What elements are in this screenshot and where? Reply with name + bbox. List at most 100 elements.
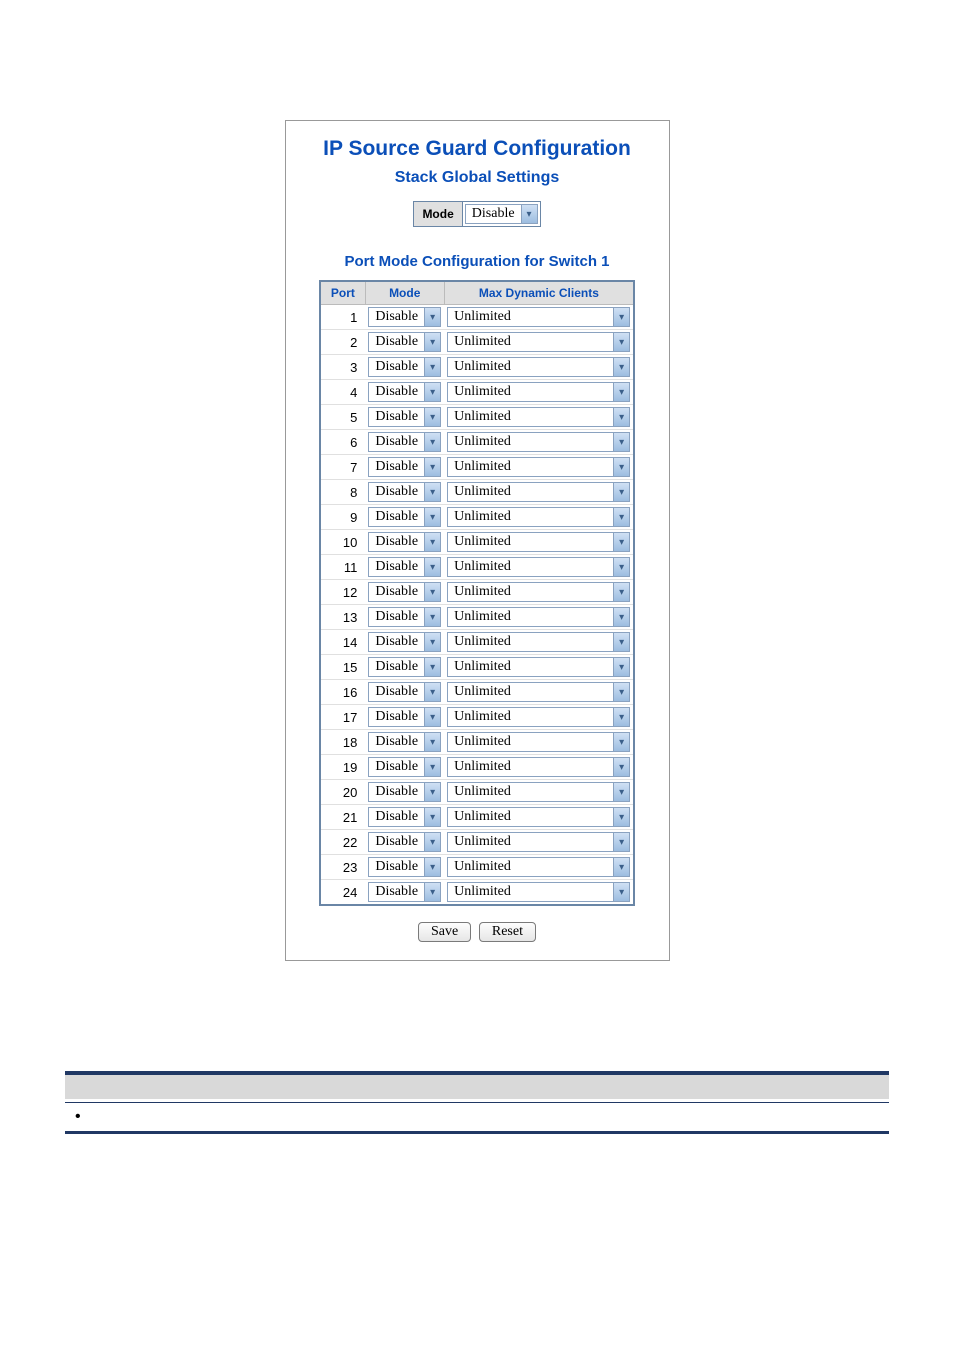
max-clients-value: Unlimited [448, 883, 613, 901]
max-clients-select[interactable]: Unlimited▾ [447, 457, 630, 477]
port-mode-value: Disable [369, 633, 424, 651]
max-clients-value: Unlimited [448, 808, 613, 826]
max-clients-select[interactable]: Unlimited▾ [447, 757, 630, 777]
max-clients-select[interactable]: Unlimited▾ [447, 882, 630, 902]
port-mode-select[interactable]: Disable▾ [368, 807, 441, 827]
port-mode-value: Disable [369, 758, 424, 776]
port-cell: 19 [320, 755, 366, 780]
port-mode-select[interactable]: Disable▾ [368, 857, 441, 877]
table-row: 11Disable▾Unlimited▾ [320, 555, 634, 580]
port-mode-select[interactable]: Disable▾ [368, 732, 441, 752]
chevron-down-icon: ▾ [424, 683, 440, 701]
max-clients-select[interactable]: Unlimited▾ [447, 482, 630, 502]
chevron-down-icon: ▾ [613, 583, 629, 601]
chevron-down-icon: ▾ [613, 533, 629, 551]
max-clients-select[interactable]: Unlimited▾ [447, 557, 630, 577]
max-clients-value: Unlimited [448, 333, 613, 351]
table-row: 22Disable▾Unlimited▾ [320, 830, 634, 855]
chevron-down-icon: ▾ [613, 558, 629, 576]
port-mode-select[interactable]: Disable▾ [368, 557, 441, 577]
max-clients-select[interactable]: Unlimited▾ [447, 732, 630, 752]
save-button[interactable]: Save [418, 922, 471, 942]
max-clients-select[interactable]: Unlimited▾ [447, 607, 630, 627]
max-clients-value: Unlimited [448, 483, 613, 501]
port-mode-select[interactable]: Disable▾ [368, 782, 441, 802]
port-mode-select[interactable]: Disable▾ [368, 407, 441, 427]
chevron-down-icon: ▾ [613, 858, 629, 876]
global-mode-select[interactable]: Disable ▾ [465, 204, 538, 224]
chevron-down-icon: ▾ [424, 358, 440, 376]
chevron-down-icon: ▾ [613, 358, 629, 376]
port-mode-select[interactable]: Disable▾ [368, 757, 441, 777]
port-mode-select[interactable]: Disable▾ [368, 632, 441, 652]
max-clients-select[interactable]: Unlimited▾ [447, 507, 630, 527]
chevron-down-icon: ▾ [613, 483, 629, 501]
max-clients-select[interactable]: Unlimited▾ [447, 582, 630, 602]
max-clients-select[interactable]: Unlimited▾ [447, 707, 630, 727]
global-mode-label: Mode [414, 202, 462, 227]
port-mode-value: Disable [369, 658, 424, 676]
chevron-down-icon: ▾ [613, 458, 629, 476]
port-mode-select[interactable]: Disable▾ [368, 482, 441, 502]
chevron-down-icon: ▾ [613, 783, 629, 801]
max-clients-value: Unlimited [448, 833, 613, 851]
port-cell: 15 [320, 655, 366, 680]
port-mode-select[interactable]: Disable▾ [368, 507, 441, 527]
max-clients-select[interactable]: Unlimited▾ [447, 807, 630, 827]
max-clients-value: Unlimited [448, 533, 613, 551]
max-clients-select[interactable]: Unlimited▾ [447, 332, 630, 352]
table-row: 7Disable▾Unlimited▾ [320, 455, 634, 480]
table-row: 19Disable▾ Unlimited▾ [320, 755, 634, 780]
chevron-down-icon: ▾ [613, 383, 629, 401]
max-clients-select[interactable]: Unlimited▾ [447, 657, 630, 677]
max-clients-select[interactable]: Unlimited▾ [447, 407, 630, 427]
port-mode-value: Disable [369, 458, 424, 476]
max-clients-value: Unlimited [448, 683, 613, 701]
max-clients-select[interactable]: Unlimited▾ [447, 382, 630, 402]
port-mode-select[interactable]: Disable▾ [368, 307, 441, 327]
table-row: 13Disable▾ Unlimited▾ [320, 605, 634, 630]
reset-button[interactable]: Reset [479, 922, 536, 942]
max-clients-value: Unlimited [448, 458, 613, 476]
port-mode-select[interactable]: Disable▾ [368, 657, 441, 677]
max-clients-select[interactable]: Unlimited▾ [447, 432, 630, 452]
table-row: 8Disable▾Unlimited▾ [320, 480, 634, 505]
port-mode-select[interactable]: Disable▾ [368, 882, 441, 902]
port-mode-select[interactable]: Disable▾ [368, 382, 441, 402]
max-clients-select[interactable]: Unlimited▾ [447, 832, 630, 852]
port-cell: 3 [320, 355, 366, 380]
port-mode-select[interactable]: Disable▾ [368, 682, 441, 702]
port-mode-value: Disable [369, 408, 424, 426]
chevron-down-icon: ▾ [613, 633, 629, 651]
port-table: Port Mode Max Dynamic Clients 1Disable▾U… [319, 280, 635, 906]
global-mode-box: Mode Disable ▾ [413, 201, 540, 227]
chevron-down-icon: ▾ [424, 808, 440, 826]
port-mode-select[interactable]: Disable▾ [368, 532, 441, 552]
port-mode-select[interactable]: Disable▾ [368, 832, 441, 852]
port-mode-select[interactable]: Disable▾ [368, 607, 441, 627]
stack-subtitle: Stack Global Settings [300, 169, 655, 187]
port-mode-select[interactable]: Disable▾ [368, 582, 441, 602]
chevron-down-icon: ▾ [424, 483, 440, 501]
port-mode-value: Disable [369, 808, 424, 826]
port-cell: 13 [320, 605, 366, 630]
max-clients-select[interactable]: Unlimited▾ [447, 782, 630, 802]
table-row: 18Disable▾Unlimited▾ [320, 730, 634, 755]
max-clients-value: Unlimited [448, 433, 613, 451]
max-clients-select[interactable]: Unlimited▾ [447, 682, 630, 702]
port-cell: 1 [320, 305, 366, 330]
max-clients-select[interactable]: Unlimited▾ [447, 632, 630, 652]
port-mode-select[interactable]: Disable▾ [368, 332, 441, 352]
max-clients-select[interactable]: Unlimited▾ [447, 532, 630, 552]
port-mode-select[interactable]: Disable▾ [368, 432, 441, 452]
max-clients-select[interactable]: Unlimited▾ [447, 857, 630, 877]
max-clients-select[interactable]: Unlimited▾ [447, 307, 630, 327]
port-mode-select[interactable]: Disable▾ [368, 457, 441, 477]
max-clients-select[interactable]: Unlimited▾ [447, 357, 630, 377]
port-cell: 5 [320, 405, 366, 430]
table-row: 6Disable▾Unlimited▾ [320, 430, 634, 455]
port-mode-select[interactable]: Disable▾ [368, 357, 441, 377]
port-cell: 10 [320, 530, 366, 555]
max-clients-value: Unlimited [448, 783, 613, 801]
port-mode-select[interactable]: Disable▾ [368, 707, 441, 727]
